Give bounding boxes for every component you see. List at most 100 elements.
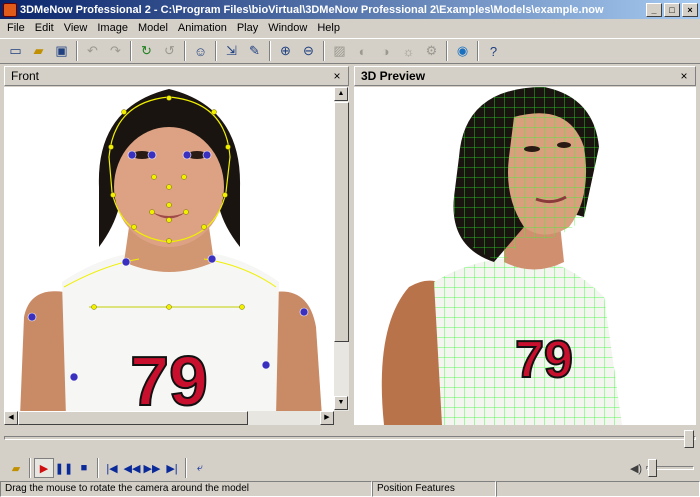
feature-point[interactable]	[166, 304, 172, 310]
open-folder-icon[interactable]: ▰	[27, 40, 50, 62]
scroll-thumb[interactable]	[18, 411, 248, 425]
feature-point[interactable]	[222, 192, 228, 198]
volume-thumb[interactable]	[648, 459, 657, 477]
menu-view[interactable]: View	[59, 22, 93, 34]
skip-end-icon[interactable]: ▶|	[162, 458, 182, 478]
feature-marker[interactable]	[121, 257, 131, 267]
preview-shirt-number: 79	[515, 331, 573, 389]
shirt-number: 79	[130, 342, 208, 411]
feature-marker[interactable]	[299, 307, 309, 317]
preview-head-mesh	[453, 87, 599, 262]
feature-marker[interactable]	[182, 150, 192, 160]
front-panel-close-button[interactable]: ×	[330, 70, 344, 83]
zoom-in-icon[interactable]: ⊕	[274, 40, 297, 62]
title-bar: 3DMeNow Professional 2 - C:\Program File…	[0, 0, 700, 19]
feature-point[interactable]	[166, 202, 172, 208]
save-icon[interactable]: ▣	[50, 40, 73, 62]
feature-marker[interactable]	[207, 254, 217, 264]
feature-marker[interactable]	[261, 360, 271, 370]
feature-point[interactable]	[151, 174, 157, 180]
menu-image[interactable]: Image	[92, 22, 133, 34]
feature-marker[interactable]	[147, 150, 157, 160]
person-scan-icon[interactable]: ☺	[189, 40, 212, 62]
open-folder-icon[interactable]: ▰	[6, 458, 26, 478]
tools-icon[interactable]: ✎	[243, 40, 266, 62]
toolbar-separator	[29, 458, 31, 478]
new-file-icon[interactable]: ▭	[4, 40, 27, 62]
toolbar-separator	[446, 41, 448, 61]
feature-point[interactable]	[131, 224, 137, 230]
feature-marker[interactable]	[27, 312, 37, 322]
feature-point[interactable]	[183, 209, 189, 215]
menu-edit[interactable]: Edit	[30, 22, 59, 34]
feature-point[interactable]	[149, 209, 155, 215]
menu-play[interactable]: Play	[232, 22, 263, 34]
scroll-down-button[interactable]: ▼	[334, 396, 348, 410]
menu-animation[interactable]: Animation	[173, 22, 232, 34]
feature-point[interactable]	[211, 109, 217, 115]
rewind-icon[interactable]: ◀◀	[122, 458, 142, 478]
menu-file[interactable]: File	[2, 22, 30, 34]
maximize-button[interactable]: □	[664, 2, 680, 17]
contrast-icon[interactable]: ◐	[351, 40, 374, 62]
minimize-button[interactable]: _	[646, 2, 662, 17]
brightness-icon[interactable]: ☼	[397, 40, 420, 62]
feature-point[interactable]	[108, 144, 114, 150]
feature-point[interactable]	[166, 217, 172, 223]
feature-point[interactable]	[110, 192, 116, 198]
half-tone-icon[interactable]: ◑	[374, 40, 397, 62]
menu-help[interactable]: Help	[312, 22, 345, 34]
scroll-right-button[interactable]: ▶	[320, 411, 334, 425]
feature-marker[interactable]	[127, 150, 137, 160]
loop-icon[interactable]: ⤶	[190, 458, 210, 478]
feature-point[interactable]	[166, 95, 172, 101]
feature-point[interactable]	[166, 184, 172, 190]
front-horizontal-scrollbar[interactable]: ◀ ▶	[4, 411, 334, 425]
toolbar: ▭ ▰ ▣ ↶ ↷ ↻ ↺ ☺ ⇲ ✎ ⊕ ⊖ ▨ ◐ ◑ ☼ ⚙ ◉ ?	[0, 38, 700, 64]
menu-model[interactable]: Model	[133, 22, 173, 34]
front-view[interactable]: 79	[4, 87, 334, 411]
feature-point[interactable]	[239, 304, 245, 310]
feature-point[interactable]	[121, 109, 127, 115]
preview-panel-close-button[interactable]: ×	[677, 70, 691, 83]
toolbar-separator	[215, 41, 217, 61]
front-vertical-scrollbar[interactable]: ▲ ▼	[334, 87, 349, 411]
close-button[interactable]: ×	[682, 2, 698, 17]
timeline-slider[interactable]	[4, 430, 696, 450]
feature-point[interactable]	[181, 174, 187, 180]
feature-point[interactable]	[201, 224, 207, 230]
feature-point[interactable]	[91, 304, 97, 310]
scroll-left-button[interactable]: ◀	[4, 411, 18, 425]
import-icon[interactable]: ⇲	[220, 40, 243, 62]
rotate-right-icon[interactable]: ↺	[158, 40, 181, 62]
rotate-left-icon[interactable]: ↻	[135, 40, 158, 62]
menu-window[interactable]: Window	[263, 22, 312, 34]
zoom-out-icon[interactable]: ⊖	[297, 40, 320, 62]
settings-icon[interactable]: ⚙	[420, 40, 443, 62]
globe-icon[interactable]: ◉	[451, 40, 474, 62]
preview-view[interactable]: 79	[354, 87, 696, 425]
image-icon[interactable]: ▨	[328, 40, 351, 62]
skip-start-icon[interactable]: |◀	[102, 458, 122, 478]
feature-point[interactable]	[225, 144, 231, 150]
scroll-up-button[interactable]: ▲	[334, 87, 348, 101]
help-icon[interactable]: ?	[482, 40, 505, 62]
volume-slider[interactable]	[646, 458, 694, 478]
toolbar-separator	[184, 41, 186, 61]
toolbar-separator	[323, 41, 325, 61]
feature-point[interactable]	[166, 238, 172, 244]
timeline-thumb[interactable]	[684, 430, 694, 448]
redo-icon[interactable]: ↷	[104, 40, 127, 62]
undo-icon[interactable]: ↶	[81, 40, 104, 62]
stop-icon[interactable]: ■	[74, 458, 94, 478]
menu-bar: File Edit View Image Model Animation Pla…	[0, 19, 700, 37]
feature-marker[interactable]	[202, 150, 212, 160]
feature-marker[interactable]	[69, 372, 79, 382]
front-image-svg: 79	[20, 89, 322, 411]
fast-forward-icon[interactable]: ▶▶	[142, 458, 162, 478]
scroll-thumb[interactable]	[334, 102, 349, 342]
status-extra	[496, 481, 700, 497]
toolbar-separator	[269, 41, 271, 61]
pause-icon[interactable]: ❚❚	[54, 458, 74, 478]
play-icon[interactable]: ▶	[34, 458, 54, 478]
